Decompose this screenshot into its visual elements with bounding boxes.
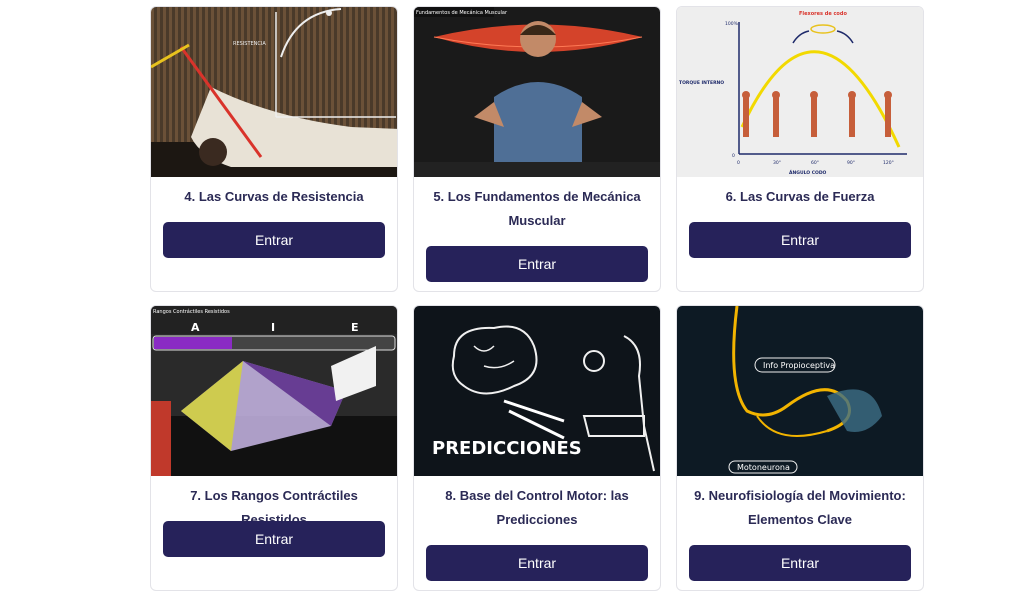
thumb-label: 100% [725, 21, 739, 27]
course-title: 5. Los Fundamentos de Mecánica Muscular [433, 189, 641, 228]
course-card: PREDICCIONES 8. Base del Control Motor: … [413, 305, 661, 591]
course-title: 8. Base del Control Motor: las Prediccio… [445, 488, 629, 527]
thumb-label: TORQUE INTERNO [679, 80, 724, 86]
thumb-label: Rangos Contráctiles Resistidos [153, 308, 230, 315]
thumb-label: 120° [883, 160, 894, 166]
course-thumbnail[interactable]: Flexores de codo TORQUE INTERNO ÁNGULO C… [677, 7, 923, 177]
course-title: 6. Las Curvas de Fuerza [725, 189, 875, 204]
enter-button[interactable]: Entrar [689, 545, 911, 581]
course-card: Fundamentos de Mecánica Muscular 5. Los … [413, 6, 661, 292]
enter-button[interactable]: Entrar [163, 521, 385, 557]
enter-button[interactable]: Entrar [426, 545, 648, 581]
course-thumbnail[interactable]: Rangos Contráctiles Resistidos A I E [151, 306, 397, 476]
course-card: Flexores de codo TORQUE INTERNO ÁNGULO C… [676, 6, 924, 292]
course-thumbnail[interactable]: Fundamentos de Mecánica Muscular [414, 7, 660, 177]
thumb-label: 30° [773, 160, 781, 166]
thumb-label: 60° [811, 160, 819, 166]
course-card: Rangos Contráctiles Resistidos A I E 7. … [150, 305, 398, 591]
course-thumbnail[interactable]: PREDICCIONES [414, 306, 660, 476]
enter-button[interactable]: Entrar [163, 222, 385, 258]
course-card: Info Propioceptiva Motoneurona 9. Neurof… [676, 305, 924, 591]
thumb-label: ÁNGULO CODO [789, 169, 827, 176]
thumb-label: E [351, 321, 359, 334]
thumb-label: RESISTENCIA [233, 41, 266, 47]
thumb-label: I [271, 321, 275, 334]
course-title: 4. Las Curvas de Resistencia [184, 189, 364, 204]
thumb-label: 0 [737, 160, 740, 166]
thumb-label: Info Propioceptiva [763, 361, 835, 370]
thumb-label: 0 [732, 153, 735, 159]
thumb-label: Flexores de codo [799, 11, 847, 17]
course-thumbnail[interactable]: Info Propioceptiva Motoneurona [677, 306, 923, 476]
thumb-label: 90° [847, 160, 855, 166]
enter-button[interactable]: Entrar [689, 222, 911, 258]
thumb-label: Fundamentos de Mecánica Muscular [416, 9, 508, 16]
course-title: 9. Neurofisiología del Movimiento: Eleme… [694, 488, 906, 527]
course-card: RESISTENCIA 4. Las Curvas de Resistencia… [150, 6, 398, 292]
course-thumbnail[interactable]: RESISTENCIA [151, 7, 397, 177]
thumb-label: A [191, 321, 200, 334]
thumb-label: PREDICCIONES [432, 438, 582, 459]
thumb-label: Motoneurona [737, 463, 790, 472]
enter-button[interactable]: Entrar [426, 246, 648, 282]
